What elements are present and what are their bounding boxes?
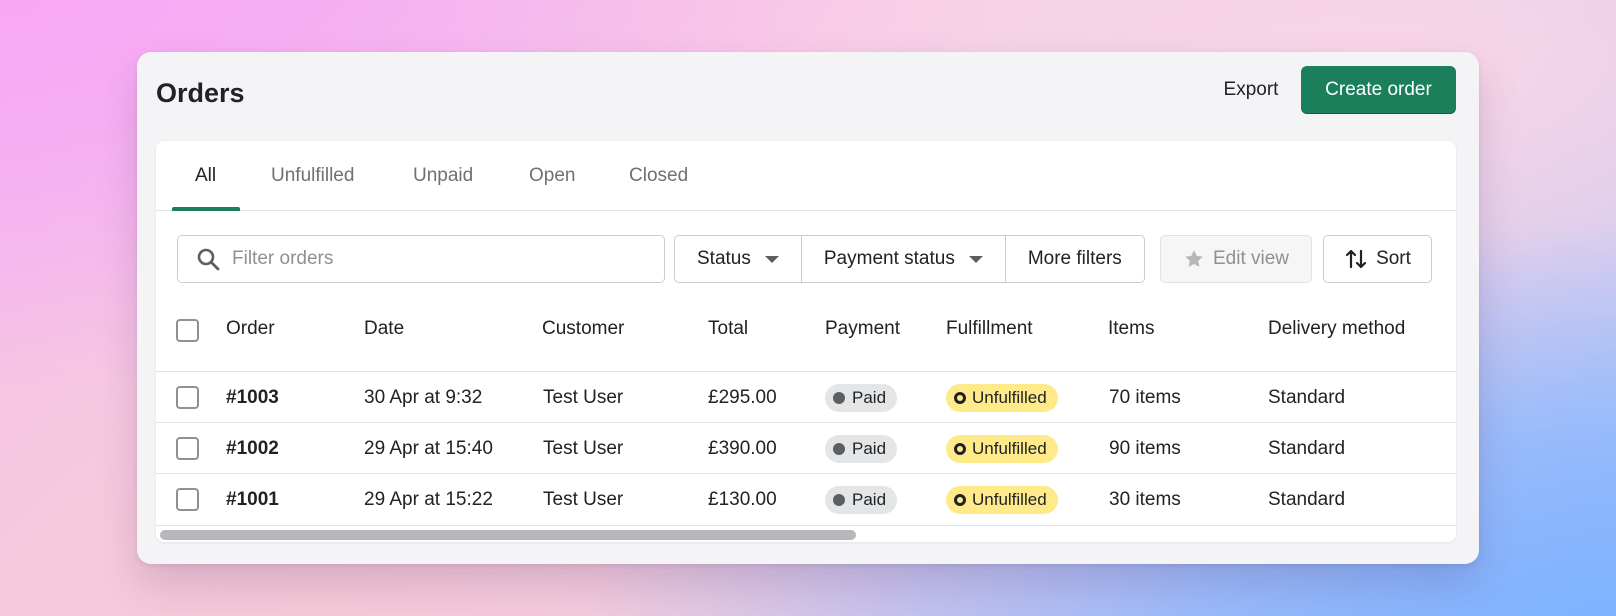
payment-status-filter-button[interactable]: Payment status [800, 235, 1006, 283]
sort-label: Sort [1376, 248, 1411, 269]
order-items: 90 items [1109, 437, 1181, 459]
status-filter-button[interactable]: Status [674, 235, 802, 283]
search-box[interactable] [177, 235, 665, 283]
row-checkbox[interactable] [176, 437, 199, 460]
tab-all[interactable]: All [195, 141, 216, 211]
order-number[interactable]: #1002 [226, 423, 279, 474]
order-date: 29 Apr at 15:22 [364, 488, 493, 510]
order-delivery-method: Standard [1268, 488, 1346, 510]
sort-button[interactable]: Sort [1323, 235, 1432, 283]
page-title: Orders [156, 78, 245, 108]
order-total: £390.00 [708, 437, 777, 459]
payment-status-badge: Paid [825, 434, 898, 463]
tab-open[interactable]: Open [529, 141, 575, 211]
select-all-checkbox[interactable] [176, 319, 199, 342]
order-date: 29 Apr at 15:40 [364, 437, 493, 459]
ring-dot-icon [954, 391, 966, 404]
active-tab-indicator [172, 207, 240, 211]
row-checkbox[interactable] [176, 386, 199, 409]
ring-dot-icon [954, 442, 966, 455]
filter-group: Status Payment status More filters [674, 235, 1145, 283]
filled-dot-icon [833, 442, 845, 455]
order-items: 70 items [1109, 386, 1181, 408]
tab-unpaid[interactable]: Unpaid [413, 141, 473, 211]
column-header-delivery-method: Delivery method [1268, 318, 1406, 339]
star-icon [1185, 250, 1203, 267]
payment-status-badge: Paid [825, 383, 898, 412]
fulfillment-cell: Unfulfilled [946, 474, 1058, 525]
fulfillment-status-badge: Unfulfilled [946, 434, 1058, 463]
row-checkbox[interactable] [176, 488, 199, 511]
export-button[interactable]: Export [1186, 66, 1316, 114]
column-header-items: Items [1108, 318, 1155, 339]
column-header-payment: Payment [825, 318, 900, 339]
tab-unfulfilled[interactable]: Unfulfilled [271, 141, 354, 211]
sort-arrows-icon [1345, 249, 1367, 269]
column-header-order: Order [226, 318, 275, 339]
fulfillment-cell: Unfulfilled [946, 423, 1058, 474]
tab-bar: All Unfulfilled Unpaid Open Closed [156, 141, 1456, 211]
filled-dot-icon [833, 391, 845, 404]
order-number[interactable]: #1003 [226, 372, 279, 423]
ring-dot-icon [954, 493, 966, 506]
order-number[interactable]: #1001 [226, 474, 279, 525]
fulfillment-status-label: Unfulfilled [972, 438, 1047, 458]
column-header-customer: Customer [542, 318, 625, 339]
order-total: £295.00 [708, 386, 777, 408]
edit-view-button: Edit view [1160, 235, 1312, 283]
payment-cell: Paid [825, 372, 898, 423]
more-filters-button[interactable]: More filters [1004, 235, 1145, 283]
payment-status-badge: Paid [825, 485, 898, 514]
fulfillment-cell: Unfulfilled [946, 372, 1058, 423]
order-date: 30 Apr at 9:32 [364, 386, 483, 408]
search-icon [197, 248, 220, 271]
order-customer: Test User [543, 386, 624, 408]
payment-cell: Paid [825, 474, 898, 525]
horizontal-scrollbar[interactable] [156, 525, 1456, 542]
scrollbar-thumb[interactable] [160, 530, 856, 540]
create-order-button[interactable]: Create order [1301, 66, 1456, 114]
fulfillment-status-label: Unfulfilled [972, 489, 1047, 509]
column-header-fulfillment: Fulfillment [946, 318, 1033, 339]
payment-status-filter-label: Payment status [823, 248, 955, 269]
order-customer: Test User [543, 488, 624, 510]
order-customer: Test User [543, 437, 624, 459]
payment-status-label: Paid [852, 489, 887, 509]
payment-cell: Paid [825, 423, 898, 474]
order-delivery-method: Standard [1268, 437, 1346, 459]
search-input[interactable] [232, 248, 652, 270]
payment-status-label: Paid [852, 438, 887, 458]
table-row[interactable]: #1002 29 Apr at 15:40 Test User £390.00 … [156, 422, 1456, 473]
edit-view-label: Edit view [1212, 248, 1290, 269]
order-delivery-method: Standard [1268, 386, 1346, 408]
fulfillment-status-badge: Unfulfilled [946, 485, 1058, 514]
order-total: £130.00 [708, 488, 777, 510]
order-items: 30 items [1109, 488, 1181, 510]
table-row[interactable]: #1003 30 Apr at 9:32 Test User £295.00 P… [156, 371, 1456, 422]
fulfillment-status-label: Unfulfilled [972, 387, 1047, 407]
column-header-total: Total [708, 318, 749, 339]
orders-card: All Unfulfilled Unpaid Open Closed Statu… [156, 141, 1456, 542]
status-filter-label: Status [697, 248, 751, 269]
fulfillment-status-badge: Unfulfilled [946, 383, 1058, 412]
caret-down-icon [764, 255, 779, 263]
tab-closed[interactable]: Closed [629, 141, 688, 211]
table-row[interactable]: #1001 29 Apr at 15:22 Test User £130.00 … [156, 473, 1456, 524]
caret-down-icon [968, 255, 983, 263]
orders-panel: Orders Export Create order All Unfulfill… [137, 52, 1479, 564]
column-header-date: Date [364, 318, 405, 339]
filled-dot-icon [833, 493, 845, 506]
payment-status-label: Paid [852, 387, 887, 407]
